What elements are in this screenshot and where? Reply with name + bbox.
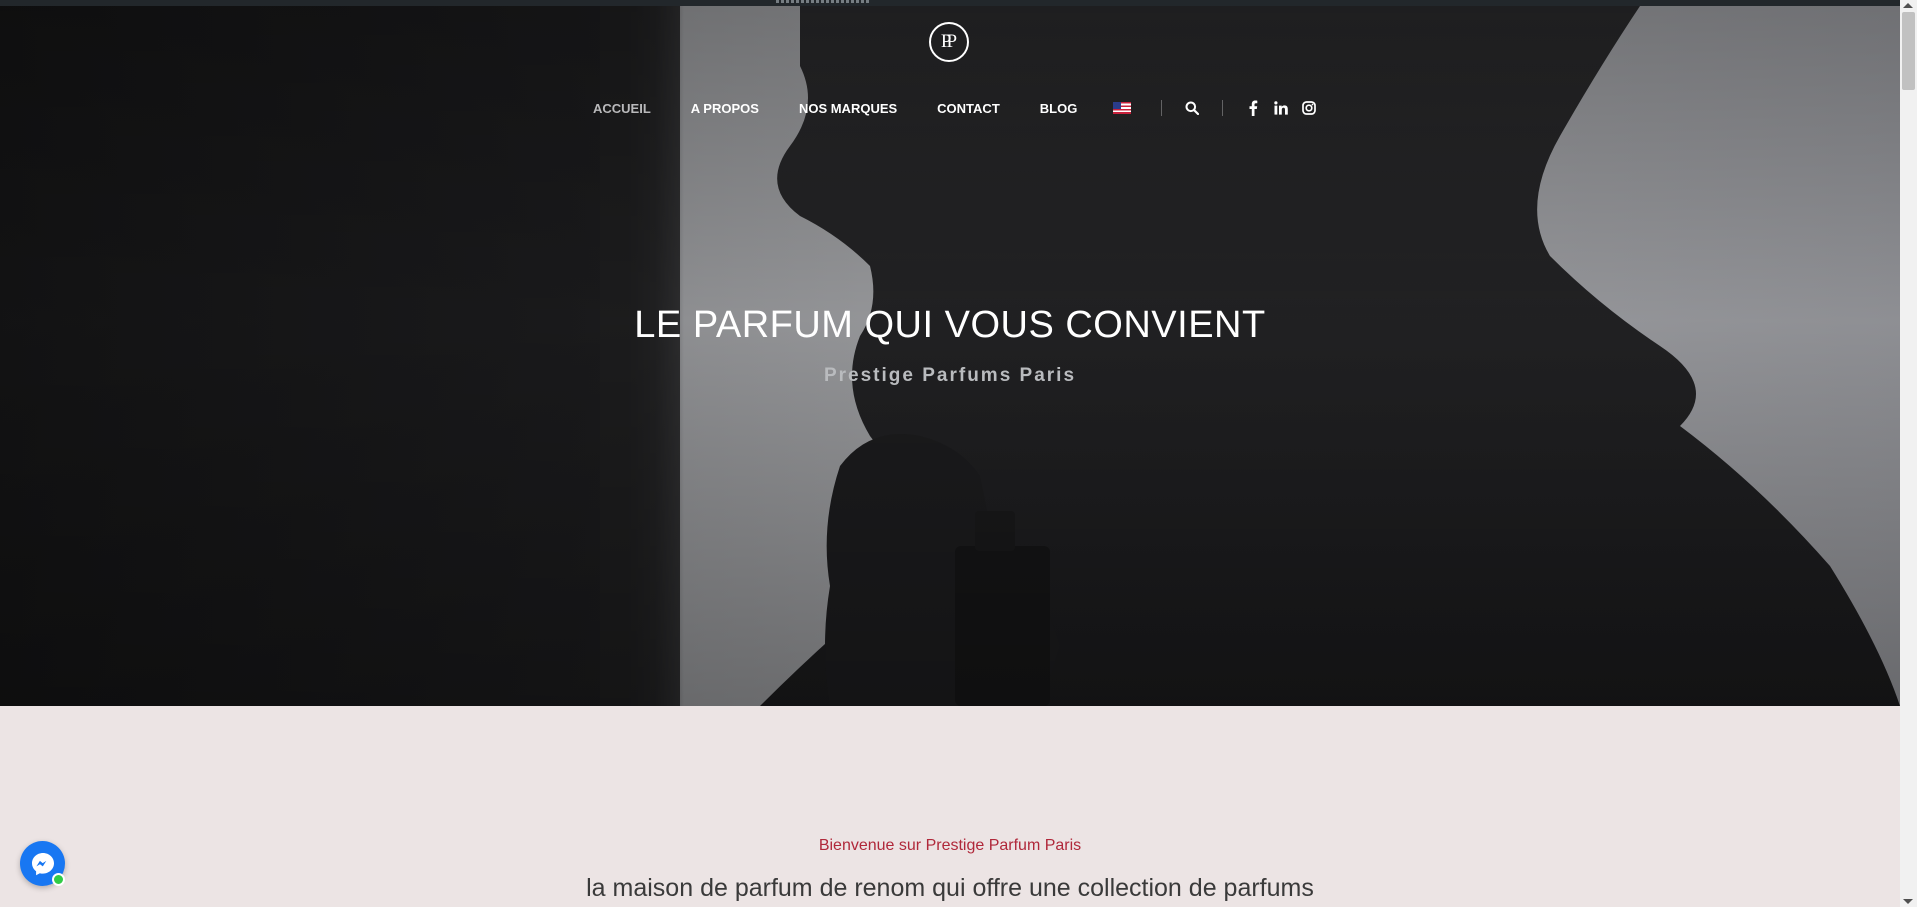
- page: PP ACCUEIL A PROPOS NOS MARQUES CONTACT …: [0, 0, 1917, 907]
- main-nav: ACCUEIL A PROPOS NOS MARQUES CONTACT BLO…: [593, 96, 1329, 120]
- brand-logo-text: PP: [940, 31, 957, 52]
- nav-divider-social: [1222, 100, 1224, 116]
- hero-section: PP ACCUEIL A PROPOS NOS MARQUES CONTACT …: [0, 6, 1900, 706]
- hero-title: LE PARFUM QUI VOUS CONVIENT: [634, 304, 1266, 346]
- nav-contact[interactable]: CONTACT: [937, 101, 1000, 116]
- messenger-icon: [31, 852, 54, 875]
- nav-nos-marques[interactable]: NOS MARQUES: [799, 101, 897, 116]
- linkedin-icon[interactable]: [1273, 100, 1289, 116]
- instagram-icon[interactable]: [1301, 100, 1317, 116]
- welcome-section: Bienvenue sur Prestige Parfum Paris la m…: [0, 706, 1900, 907]
- top-strip-mark: [776, 0, 870, 3]
- nav-divider: [1161, 100, 1163, 116]
- us-flag-icon[interactable]: [1113, 102, 1132, 114]
- hero-subtitle: Prestige Parfums Paris: [823, 365, 1077, 386]
- nav-blog[interactable]: BLOG: [1040, 101, 1078, 116]
- facebook-icon[interactable]: [1245, 100, 1261, 116]
- page-scrollbar[interactable]: [1900, 0, 1917, 907]
- scroll-thumb[interactable]: [1902, 12, 1915, 90]
- nav-accueil[interactable]: ACCUEIL: [593, 101, 651, 116]
- search-icon[interactable]: [1184, 100, 1200, 116]
- messenger-chat-button[interactable]: [20, 841, 65, 886]
- online-status-dot: [52, 873, 65, 886]
- nav-a-propos[interactable]: A PROPOS: [691, 101, 759, 116]
- hero-text: LE PARFUM QUI VOUS CONVIENT Prestige Par…: [0, 304, 1900, 387]
- welcome-kicker: Bienvenue sur Prestige Parfum Paris: [818, 837, 1082, 854]
- brand-logo[interactable]: PP: [929, 22, 969, 62]
- welcome-lead-text: la maison de parfum de renom qui offre u…: [586, 874, 1314, 902]
- scroll-down-arrow[interactable]: [1903, 899, 1913, 904]
- top-strip: [0, 0, 1900, 6]
- scroll-up-arrow[interactable]: [1903, 3, 1913, 8]
